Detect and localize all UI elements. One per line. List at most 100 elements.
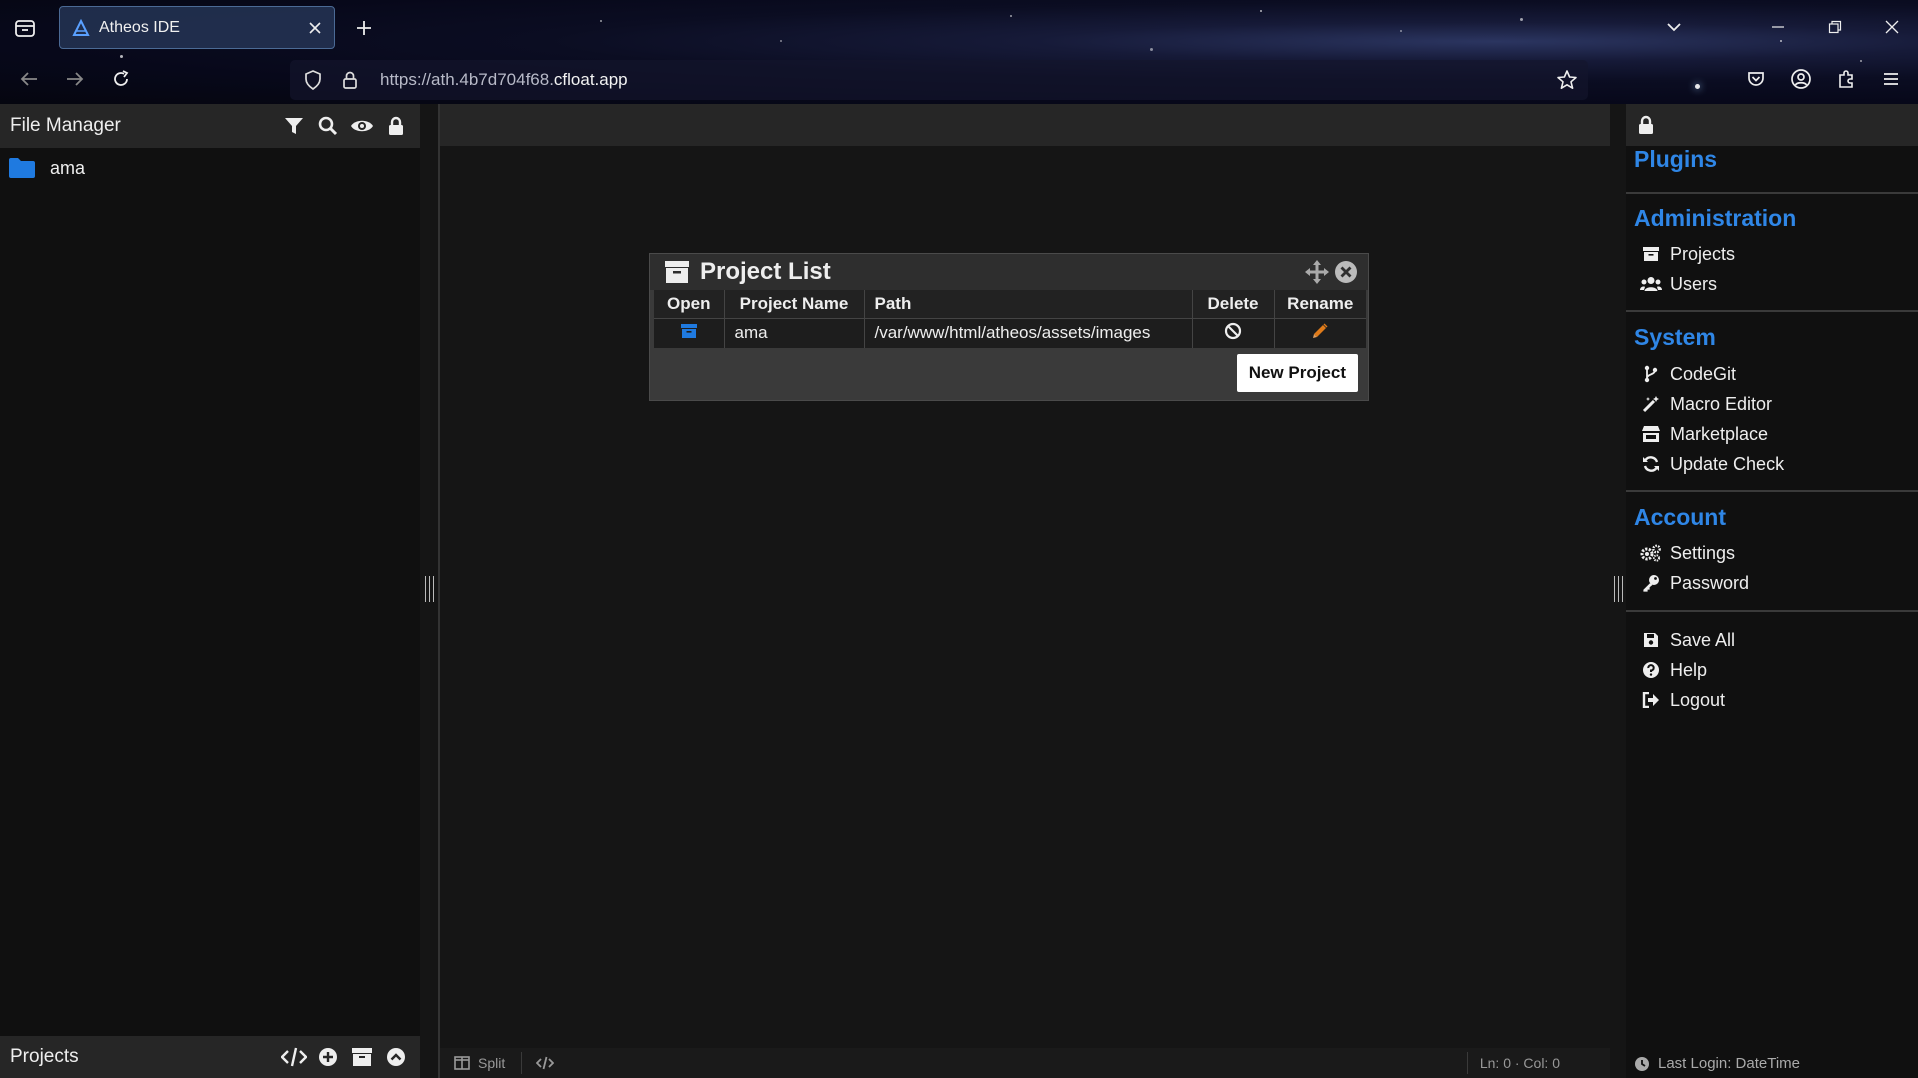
last-login-text: Last Login: DateTime (1658, 1055, 1801, 1072)
tab-title: Atheos IDE (99, 18, 180, 36)
arrow-left-icon (20, 72, 37, 86)
tab-list-button[interactable] (12, 15, 38, 41)
forward-button[interactable] (58, 62, 92, 96)
code-toggle-icon[interactable] (536, 1056, 555, 1070)
navigation-bar: https://ath.4b7d704f68.cfloat.app (0, 54, 1918, 104)
users-icon (1640, 277, 1662, 291)
puzzle-icon (1839, 70, 1853, 88)
menu-item-users[interactable]: Users (1640, 271, 1717, 297)
arrow-right-icon (67, 72, 84, 86)
column-header-open: Open (654, 290, 725, 318)
extensions-button[interactable] (1829, 62, 1863, 96)
column-header-rename: Rename (1274, 290, 1366, 318)
open-project-cell[interactable] (654, 317, 725, 348)
pocket-icon (1748, 72, 1764, 86)
filter-icon[interactable] (278, 110, 310, 142)
table-row: ama /var/www/html/atheos/assets/images (654, 317, 1366, 348)
modal-header: Project List (650, 254, 1368, 290)
lock-icon[interactable] (380, 110, 412, 142)
archive-icon (1643, 247, 1659, 261)
file-manager-header: File Manager (0, 104, 420, 148)
magic-wand-icon (1642, 396, 1659, 413)
account-button[interactable] (1784, 62, 1818, 96)
right-panel-resize-handle[interactable] (1610, 104, 1626, 1078)
menu-item-label: Logout (1670, 689, 1726, 710)
tree-folder-ama[interactable]: ama (8, 154, 85, 182)
chevron-up-circle-icon[interactable] (380, 1041, 412, 1073)
pocket-button[interactable] (1739, 62, 1773, 96)
plus-icon (357, 21, 371, 35)
url-bar[interactable]: https://ath.4b7d704f68.cfloat.app (290, 60, 1588, 100)
minimize-button[interactable] (1762, 12, 1794, 42)
split-button[interactable]: Split (454, 1052, 523, 1074)
back-button[interactable] (12, 62, 46, 96)
save-icon (1644, 633, 1658, 647)
menu-item-codegit[interactable]: CodeGit (1640, 361, 1736, 387)
rename-project-cell[interactable] (1274, 317, 1366, 348)
menu-item-label: Settings (1670, 542, 1736, 563)
file-manager-panel: File Manager ama Projects (0, 104, 420, 1078)
ban-icon (1224, 322, 1242, 339)
system-title: System (1634, 324, 1716, 350)
archive-icon (665, 261, 689, 283)
minimize-icon (1772, 26, 1784, 28)
project-table: Open Project Name Path Delete Rename ama… (654, 290, 1366, 348)
tab-close-icon[interactable] (300, 13, 330, 43)
menu-item-label: Macro Editor (1670, 393, 1773, 414)
menu-item-settings[interactable]: Settings (1640, 540, 1735, 566)
delete-project-cell[interactable] (1192, 317, 1275, 348)
modal-close-icon[interactable] (1334, 260, 1358, 284)
plugins-title[interactable]: Plugins (1634, 146, 1717, 173)
menu-item-macro-editor[interactable]: Macro Editor (1640, 391, 1772, 417)
editor-area: Split Ln: 0 · Col: 0 (438, 104, 1610, 1078)
lock-icon[interactable] (338, 70, 362, 90)
menu-item-update-check[interactable]: Update Check (1640, 451, 1784, 477)
folder-icon (9, 158, 35, 178)
column-header-delete: Delete (1192, 290, 1275, 318)
url-text[interactable]: https://ath.4b7d704f68.cfloat.app (380, 70, 628, 90)
menu-item-projects[interactable]: Projects (1640, 241, 1735, 267)
hamburger-icon (1884, 73, 1898, 85)
project-path-cell: /var/www/html/atheos/assets/images (864, 317, 1193, 348)
tab-atheos-ide[interactable]: Atheos IDE (59, 6, 335, 49)
menu-item-help[interactable]: Help (1640, 657, 1707, 683)
columns-icon (454, 1056, 470, 1070)
pencil-icon (1313, 323, 1328, 338)
editor-tab-bar (440, 104, 1610, 146)
search-icon[interactable] (312, 110, 344, 142)
reload-button[interactable] (104, 62, 138, 96)
right-sidebar: Plugins Administration Projects Users Sy… (1626, 104, 1918, 1078)
menu-item-save-all[interactable]: Save All (1640, 627, 1735, 653)
menu-item-label: Help (1670, 659, 1708, 680)
logout-icon (1642, 692, 1659, 708)
menu-item-label: Users (1670, 273, 1718, 294)
menu-item-marketplace[interactable]: Marketplace (1640, 421, 1768, 447)
menu-item-label: Marketplace (1670, 423, 1769, 444)
tracking-shield-icon[interactable] (298, 70, 328, 90)
eye-icon[interactable] (346, 110, 378, 142)
modal-title: Project List (700, 258, 831, 285)
menu-item-password[interactable]: Password (1640, 570, 1749, 596)
administration-title: Administration (1634, 205, 1797, 231)
lock-icon[interactable] (1638, 115, 1654, 135)
code-icon[interactable] (278, 1041, 310, 1073)
drag-move-icon[interactable] (1304, 259, 1330, 285)
app-menu-button[interactable] (1874, 62, 1908, 96)
branch-icon (1644, 365, 1658, 383)
account-circle-icon (1791, 69, 1811, 89)
list-all-tabs-button[interactable] (1658, 12, 1690, 42)
cursor-position: Ln: 0 · Col: 0 (1466, 1052, 1560, 1074)
plus-circle-icon[interactable] (312, 1041, 344, 1073)
gears-icon (1640, 544, 1661, 562)
left-panel-resize-handle[interactable] (420, 104, 438, 1078)
new-tab-button[interactable] (349, 13, 379, 43)
new-project-button[interactable]: New Project (1236, 354, 1358, 392)
restore-button[interactable] (1819, 12, 1851, 42)
right-sidebar-header (1626, 104, 1918, 146)
bookmark-star-icon[interactable] (1554, 67, 1580, 93)
menu-item-logout[interactable]: Logout (1640, 687, 1725, 713)
column-header-project-name: Project Name (724, 290, 865, 318)
archive-icon[interactable] (346, 1041, 378, 1073)
split-label: Split (478, 1055, 506, 1071)
close-window-button[interactable] (1876, 12, 1908, 42)
